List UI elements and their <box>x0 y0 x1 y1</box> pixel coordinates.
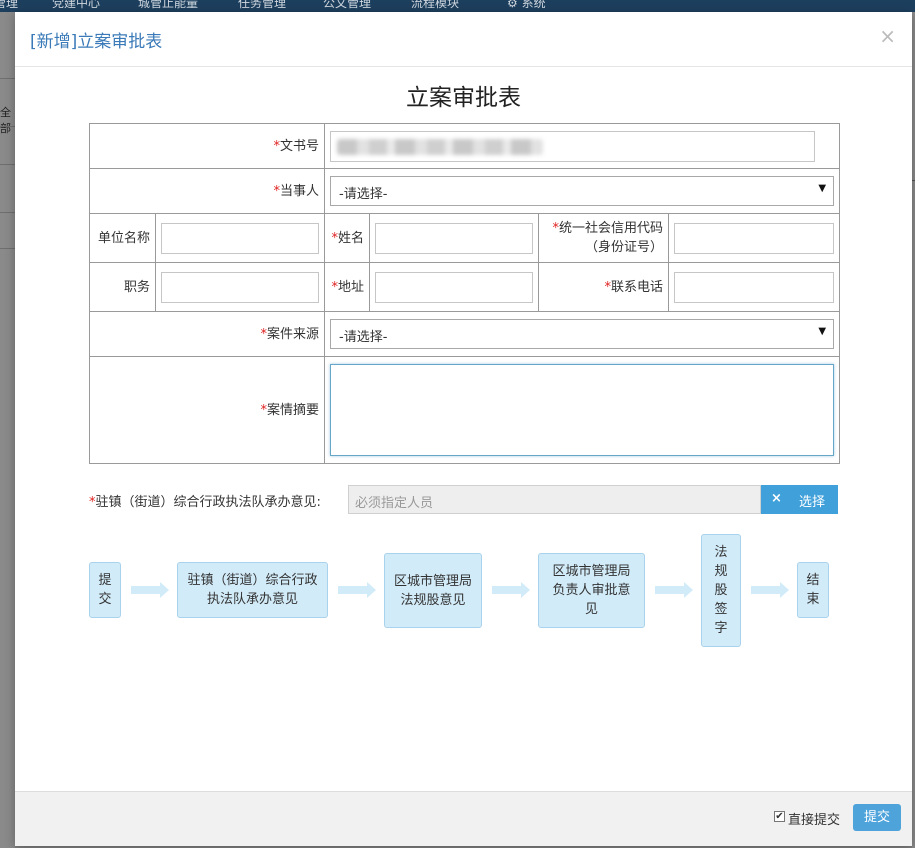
flow-step-legal-opinion: 区城市管理局法规股意见 <box>384 553 482 628</box>
party-select[interactable]: -请选择- ▼ <box>330 176 835 206</box>
submit-button[interactable]: 提交 <box>853 804 901 831</box>
flow-step-end: 结束 <box>797 562 829 618</box>
background-side-label: 全部 <box>0 106 11 135</box>
case-summary-label: *案情摘要 <box>88 356 326 464</box>
unit-name-input[interactable] <box>161 222 320 254</box>
form-title: 立案审批表 <box>406 85 521 111</box>
nav-item: 流程模块 <box>411 0 460 10</box>
background-sidebar: 全部 <box>0 12 15 848</box>
flow-arrow <box>751 582 789 598</box>
opinion-label: *驻镇（街道）综合行政执法队承办意见: <box>89 495 321 510</box>
flow-arrow <box>655 582 693 598</box>
phone-input[interactable] <box>674 271 835 303</box>
nav-item: 任务管理 <box>238 0 287 10</box>
phone-label: *联系电话 <box>538 262 670 312</box>
name-input[interactable] <box>375 222 534 254</box>
direct-submit-label: 直接提交 <box>788 813 841 828</box>
assignee-input[interactable]: 必须指定人员 <box>348 485 761 514</box>
name-label: *姓名 <box>324 213 371 263</box>
nav-item: 管理 <box>0 0 19 10</box>
unit-name-label: 单位名称 <box>89 213 156 263</box>
direct-submit-checkbox[interactable]: ✔ <box>774 811 785 822</box>
dropdown-arrow-icon: ▼ <box>818 326 827 337</box>
credit-code-input[interactable] <box>674 222 835 254</box>
redacted-value <box>337 138 544 155</box>
flow-step-director-approval: 区城市管理局负责人审批意见 <box>538 553 645 628</box>
case-approval-modal: [新增]立案审批表 × 立案审批表 *文书号 *当事人 -请选择- ▼ 单位名称 <box>15 12 912 846</box>
doc-number-label: *文书号 <box>88 123 326 169</box>
flow-arrow <box>131 582 169 598</box>
address-label: *地址 <box>324 262 371 312</box>
modal-title: [新增]立案审批表 <box>30 32 163 52</box>
clear-icon[interactable]: × <box>771 491 782 506</box>
approval-form-table: *文书号 *当事人 -请选择- ▼ 单位名称 *姓名 *统一社会信用代码（身份证… <box>88 123 841 464</box>
address-input[interactable] <box>375 271 534 303</box>
flow-arrow <box>338 582 376 598</box>
party-label: *当事人 <box>88 168 326 214</box>
select-label: 选择 <box>799 495 826 510</box>
close-icon[interactable]: × <box>879 24 896 48</box>
background-nav-bar: 管理 党建中心 城管止能量 任务管理 公文管理 流程模块 ⚙ 系统 <box>0 0 915 12</box>
case-summary-textarea[interactable] <box>330 364 835 456</box>
doc-number-input[interactable] <box>330 130 816 162</box>
flow-step-team-opinion: 驻镇（街道）综合行政执法队承办意见 <box>177 562 328 618</box>
modal-footer: ✔ 直接提交 提交 <box>15 791 912 846</box>
dropdown-arrow-icon: ▼ <box>818 183 827 194</box>
flow-arrow <box>492 582 530 598</box>
case-source-label: *案件来源 <box>88 311 326 357</box>
nav-item: 公文管理 <box>323 0 372 10</box>
position-label: 职务 <box>89 262 156 312</box>
case-source-select[interactable]: -请选择- ▼ <box>330 319 835 349</box>
flow-step-submit: 提交 <box>89 562 121 618</box>
nav-item-system: ⚙ 系统 <box>507 0 546 10</box>
assignee-select-button[interactable]: × 选择 <box>761 485 838 514</box>
modal-header: [新增]立案审批表 × <box>15 12 912 67</box>
credit-code-label: *统一社会信用代码（身份证号） <box>538 213 670 263</box>
flow-step-legal-signature: 法规股签字 <box>701 534 741 647</box>
position-input[interactable] <box>161 271 320 303</box>
nav-item: 党建中心 <box>52 0 101 10</box>
nav-item: 城管止能量 <box>138 0 199 10</box>
